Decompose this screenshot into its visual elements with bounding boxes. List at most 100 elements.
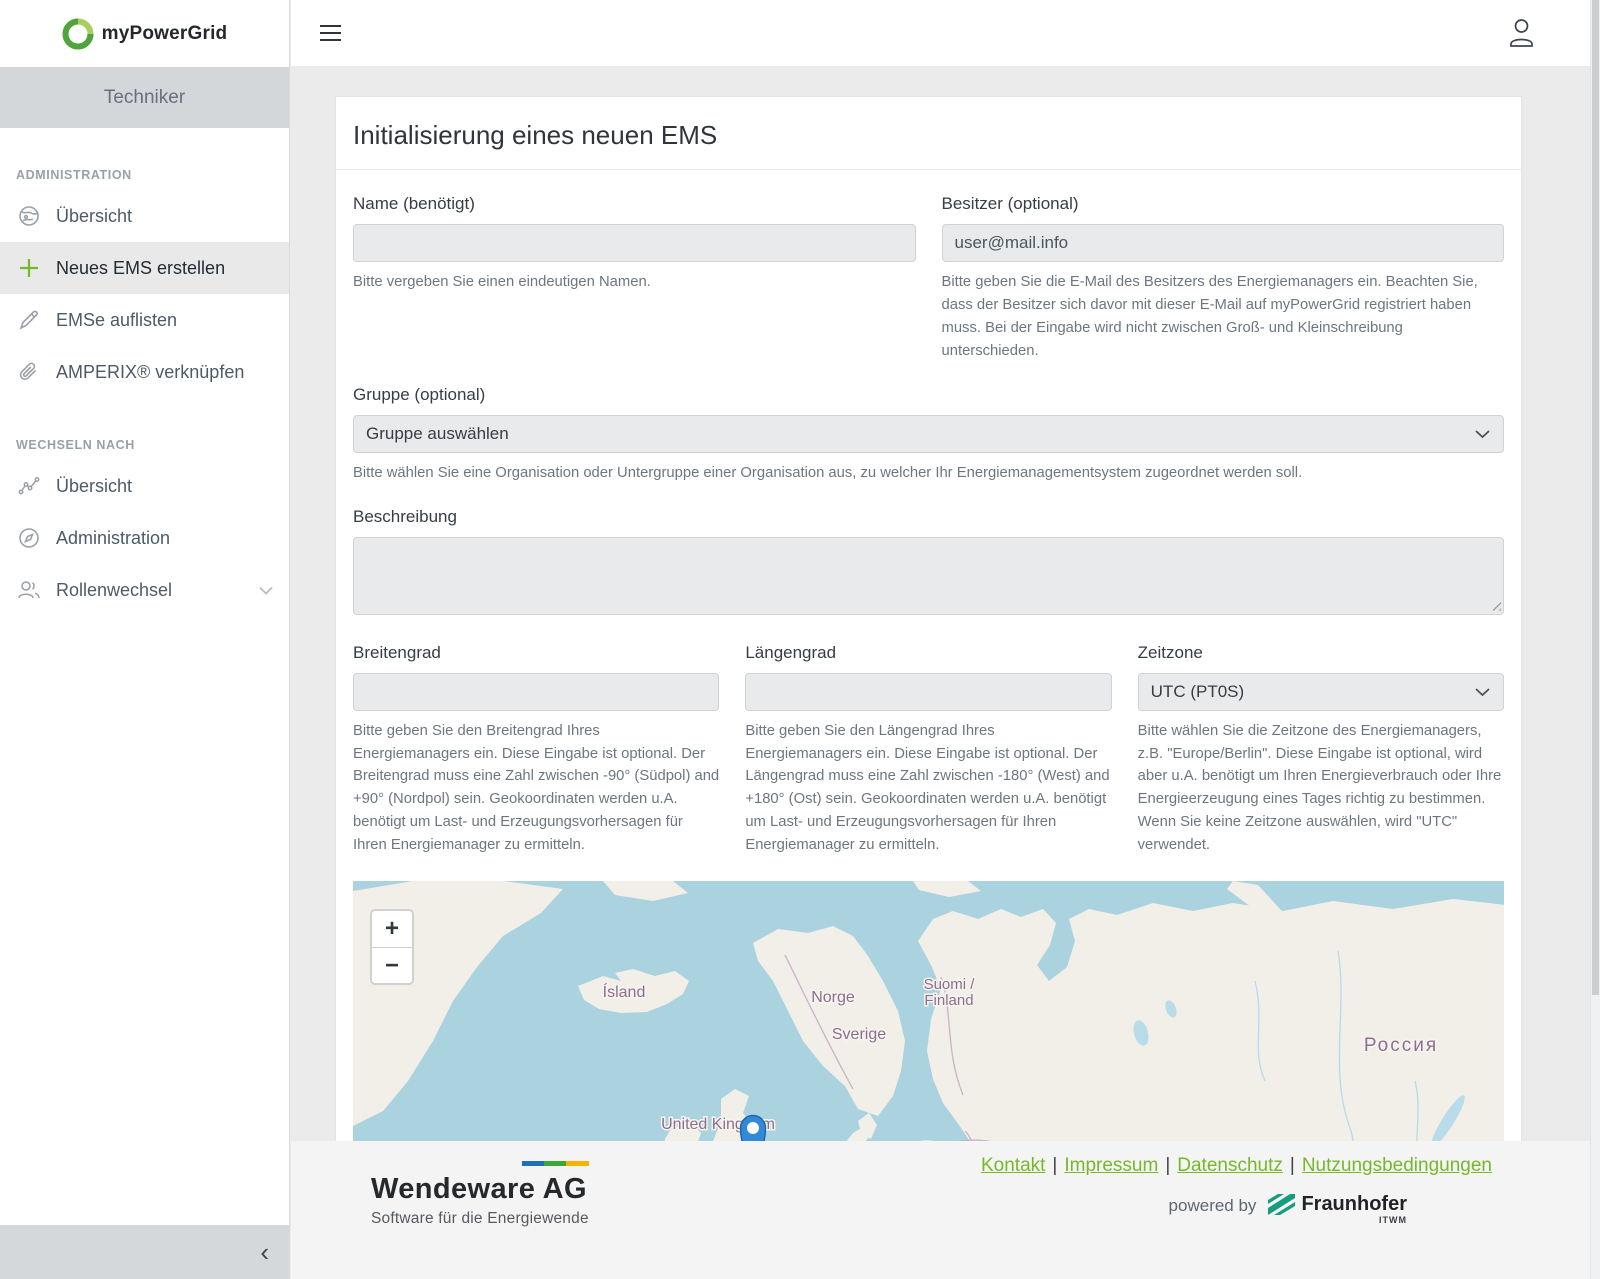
map-label: Россия (1364, 1035, 1438, 1056)
collapse-left-icon[interactable]: ‹ (260, 1239, 269, 1265)
wendeware-logo: Wendeware AG Software für die Energiewen… (371, 1161, 589, 1228)
paperclip-icon (16, 360, 42, 384)
map-label: Norge (811, 989, 855, 1006)
timezone-select[interactable]: UTC (PT0S) (1138, 673, 1504, 711)
sidebar-section-administration: ADMINISTRATION (0, 168, 289, 182)
menu-toggle-button[interactable] (320, 25, 341, 46)
link-datenschutz[interactable]: Datenschutz (1177, 1155, 1283, 1176)
link-separator: | (1165, 1155, 1170, 1176)
sidebar-item-uebersicht-admin[interactable]: Übersicht (0, 190, 289, 242)
sidebar-item-neues-ems-erstellen[interactable]: Neues EMS erstellen (0, 242, 289, 294)
longitude-input[interactable] (745, 673, 1111, 711)
chevron-down-icon (1475, 687, 1490, 696)
map-label: Sverige (832, 1026, 886, 1043)
owner-help: Bitte geben Sie die E-Mail des Besitzers… (942, 271, 1505, 363)
map-marker-pin[interactable] (741, 1116, 766, 1142)
footer-links: Kontakt | Impressum | Datenschutz | Nutzungsbe… (981, 1155, 1492, 1177)
brand-name: myPowerGrid (102, 23, 228, 45)
role-label: Techniker (104, 87, 185, 109)
sidebar-item-label: Übersicht (56, 206, 132, 227)
fraunhofer-name: Fraunhofer (1301, 1193, 1407, 1216)
sidebar-collapse-band[interactable]: ‹ (0, 1225, 289, 1279)
zoom-in-button[interactable]: + (372, 911, 412, 947)
latitude-help: Bitte geben Sie den Breitengrad Ihres En… (353, 720, 719, 858)
name-input[interactable] (353, 224, 916, 262)
owner-input[interactable] (942, 224, 1505, 262)
fraunhofer-stripes-icon (1268, 1194, 1295, 1215)
map-label: Finland (924, 992, 973, 1009)
page-title: Initialisierung eines neuen EMS (336, 97, 1521, 170)
timezone-label: Zeitzone (1138, 643, 1504, 663)
timezone-select-value: UTC (PT0S) (1151, 682, 1245, 702)
plus-icon (16, 257, 42, 279)
footer-company-name: Wendeware AG (371, 1173, 589, 1206)
group-help: Bitte wählen Sie eine Organisation oder … (353, 462, 1504, 485)
longitude-label: Längengrad (745, 643, 1111, 663)
name-field-group: Name (benötigt) Bitte vergeben Sie einen… (353, 194, 916, 363)
sidebar-item-emse-auflisten[interactable]: EMSe auflisten (0, 294, 289, 346)
compass-icon (16, 526, 42, 550)
map-label: Ísland (603, 982, 646, 1001)
sidebar-section-wechseln-nach: WECHSELN NACH (0, 438, 289, 452)
sidebar-item-rollenwechsel[interactable]: Rollenwechsel (0, 564, 289, 616)
timezone-field-group: Zeitzone UTC (PT0S) Bitte wählen Sie die… (1138, 643, 1504, 858)
group-field-group: Gruppe (optional) Gruppe auswählen Bitte… (353, 385, 1504, 485)
role-band: Techniker (0, 67, 289, 128)
longitude-field-group: Längengrad Bitte geben Sie den Längengra… (745, 643, 1111, 858)
group-select-value: Gruppe auswählen (366, 424, 509, 444)
link-nutzungsbedingungen[interactable]: Nutzungsbedingungen (1302, 1155, 1492, 1176)
chevron-down-icon (1475, 429, 1490, 438)
timezone-help: Bitte wählen Sie die Zeitzone des Energi… (1138, 720, 1504, 858)
longitude-help: Bitte geben Sie den Längengrad Ihres Ene… (745, 720, 1111, 858)
users-icon (16, 578, 42, 602)
user-account-button[interactable] (1508, 17, 1535, 54)
brand[interactable]: myPowerGrid (0, 0, 289, 67)
owner-label: Besitzer (optional) (942, 194, 1505, 214)
sidebar-item-label: Administration (56, 528, 170, 549)
link-separator: | (1290, 1155, 1295, 1176)
main-content: Initialisierung eines neuen EMS Name (be… (291, 66, 1590, 1141)
sidebar-item-label: Neues EMS erstellen (56, 258, 225, 279)
ems-init-card: Initialisierung eines neuen EMS Name (be… (335, 96, 1522, 1142)
owner-field-group: Besitzer (optional) Bitte geben Sie die … (942, 194, 1505, 363)
map[interactable]: ÍslandNorgeSuomi /FinlandSverigeРоссияUn… (353, 881, 1504, 1142)
scrollbar-thumb[interactable] (1592, 0, 1599, 995)
sidebar-item-label: AMPERIX® verknüpfen (56, 362, 244, 383)
sidebar-item-label: EMSe auflisten (56, 310, 177, 331)
latitude-input[interactable] (353, 673, 719, 711)
pencil-icon (16, 308, 42, 332)
name-help: Bitte vergeben Sie einen eindeutigen Nam… (353, 271, 916, 294)
sidebar-item-administration[interactable]: Administration (0, 512, 289, 564)
sidebar: myPowerGrid Techniker ADMINISTRATION Übe… (0, 0, 290, 1279)
group-label: Gruppe (optional) (353, 385, 1504, 405)
group-select[interactable]: Gruppe auswählen (353, 415, 1504, 453)
latitude-label: Breitengrad (353, 643, 719, 663)
name-label: Name (benötigt) (353, 194, 916, 214)
fraunhofer-logo: Fraunhofer ITWM (1268, 1193, 1407, 1225)
map-zoom-control: + − (370, 909, 414, 985)
zoom-out-button[interactable]: − (372, 947, 412, 983)
latitude-field-group: Breitengrad Bitte geben Sie den Breiteng… (353, 643, 719, 858)
map-canvas: ÍslandNorgeSuomi /FinlandSverigeРоссияUn… (353, 881, 1504, 1142)
fraunhofer-institute: ITWM (1379, 1215, 1407, 1225)
link-impressum[interactable]: Impressum (1064, 1155, 1158, 1176)
footer-tagline: Software für die Energiewende (371, 1210, 589, 1228)
map-label: Suomi / (924, 976, 976, 993)
sidebar-item-label: Übersicht (56, 476, 132, 497)
description-textarea[interactable] (353, 537, 1504, 615)
description-field-group: Beschreibung (353, 507, 1504, 615)
footer: Wendeware AG Software für die Energiewen… (291, 1141, 1600, 1279)
link-kontakt[interactable]: Kontakt (981, 1155, 1045, 1176)
topbar (291, 0, 1590, 66)
sidebar-item-amperix-verknuepfen[interactable]: AMPERIX® verknüpfen (0, 346, 289, 398)
link-separator: | (1052, 1155, 1057, 1176)
description-label: Beschreibung (353, 507, 1504, 527)
globe-icon (16, 204, 42, 228)
chevron-down-icon (259, 586, 273, 595)
powered-by-label: powered by (1169, 1196, 1257, 1216)
user-icon (1508, 17, 1535, 49)
scrollbar[interactable] (1590, 0, 1600, 1279)
chart-nodes-icon (16, 474, 42, 498)
mypowergrid-logo-icon (62, 18, 94, 50)
sidebar-item-uebersicht-wechseln[interactable]: Übersicht (0, 460, 289, 512)
